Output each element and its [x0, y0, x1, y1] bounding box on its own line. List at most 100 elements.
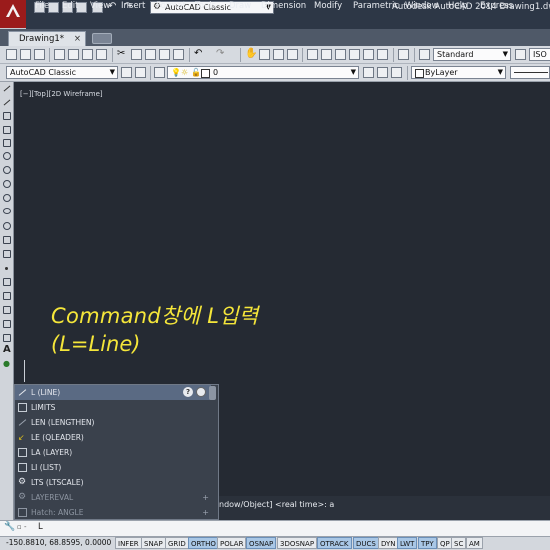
markup-icon[interactable] — [363, 49, 374, 60]
command-line[interactable] — [0, 520, 550, 536]
tpy-toggle[interactable]: TPY — [418, 537, 437, 549]
layer-previous-icon[interactable] — [377, 67, 388, 78]
circle-icon[interactable] — [3, 166, 11, 174]
open-icon[interactable] — [48, 2, 59, 13]
table-grid-icon[interactable] — [3, 334, 11, 342]
construction-line-icon[interactable] — [3, 99, 11, 106]
grid-toggle[interactable]: GRID — [165, 537, 189, 549]
gradient-icon[interactable] — [3, 292, 11, 300]
my-workspace-icon[interactable] — [135, 67, 146, 78]
list-item[interactable]: LI (LIST) — [15, 460, 211, 475]
osnap-toggle[interactable]: OSNAP — [246, 537, 277, 549]
zoom-window-icon[interactable] — [273, 49, 284, 60]
menu-view[interactable]: View — [90, 1, 110, 11]
layer-dropdown[interactable]: 💡 ☼ 🔓 0 ▼ — [167, 66, 359, 79]
save-icon[interactable] — [34, 49, 45, 60]
menu-file[interactable]: File — [35, 1, 49, 11]
undo-icon[interactable]: ↶ — [194, 48, 202, 59]
dyn-toggle[interactable]: DYN — [378, 537, 399, 549]
dim-style-icon[interactable] — [515, 49, 526, 60]
mtext-icon[interactable]: A — [3, 344, 11, 355]
list-item[interactable]: ↙ LE (QLEADER) — [15, 430, 211, 445]
dim-style-dropdown[interactable]: ISO — [529, 48, 550, 61]
list-item[interactable]: LIMITS — [15, 400, 211, 415]
polyline-icon[interactable] — [3, 112, 11, 120]
block-editor-icon[interactable] — [173, 49, 184, 60]
revision-cloud-icon[interactable] — [3, 180, 11, 188]
menu-draw[interactable]: Draw — [229, 1, 251, 11]
menu-insert[interactable]: Insert — [121, 1, 145, 11]
ellipse-arc-icon[interactable] — [3, 222, 11, 230]
snap-toggle[interactable]: SNAP — [141, 537, 166, 549]
viewport-controls[interactable]: [−][Top][2D Wireframe] — [20, 90, 103, 98]
menu-tools[interactable]: Tools — [195, 1, 216, 11]
menu-format[interactable]: Format — [156, 1, 186, 11]
publish-icon[interactable] — [82, 49, 93, 60]
ducs-toggle[interactable]: DUCS — [353, 537, 379, 549]
menu-window[interactable]: Window — [405, 1, 439, 11]
zoom-previous-icon[interactable] — [287, 49, 298, 60]
list-item[interactable]: Hatch: ANGLE + — [15, 505, 211, 520]
polar-toggle[interactable]: POLAR — [217, 537, 247, 549]
line-icon[interactable] — [3, 85, 11, 92]
color-dropdown[interactable]: ByLayer ▼ — [411, 66, 506, 79]
sheet-set-icon[interactable] — [349, 49, 360, 60]
properties-icon[interactable] — [307, 49, 318, 60]
ortho-toggle[interactable]: ORTHO — [188, 537, 219, 549]
list-item[interactable]: LEN (LENGTHEN) — [15, 415, 211, 430]
layer-states-icon[interactable] — [391, 67, 402, 78]
add-selected-icon[interactable]: ● — [3, 359, 10, 368]
wrench-icon[interactable]: 🔧 — [4, 522, 15, 532]
scrollbar-thumb[interactable] — [209, 386, 216, 400]
3dprint-icon[interactable] — [96, 49, 107, 60]
list-item[interactable]: L (LINE) ? — [15, 385, 211, 400]
search-icon[interactable] — [196, 387, 206, 397]
help-icon[interactable]: ? — [183, 387, 193, 397]
infer-toggle[interactable]: INFER — [115, 537, 142, 549]
paste-icon[interactable] — [145, 49, 156, 60]
layer-properties-icon[interactable] — [154, 67, 165, 78]
expand-icon[interactable]: + — [202, 505, 209, 520]
linetype-dropdown[interactable] — [510, 66, 550, 79]
coordinates-readout[interactable]: -150.8810, 68.8595, 0.0000 — [6, 538, 111, 547]
text-style-icon[interactable] — [419, 49, 430, 60]
zoom-realtime-icon[interactable] — [259, 49, 270, 60]
make-block-icon[interactable] — [3, 250, 11, 258]
menu-help[interactable]: Help — [448, 1, 467, 11]
arc-icon[interactable] — [3, 152, 11, 160]
point-icon[interactable] — [5, 267, 8, 270]
help-icon[interactable] — [398, 49, 409, 60]
autocad-logo-icon[interactable] — [0, 0, 26, 28]
design-center-icon[interactable] — [321, 49, 332, 60]
cut-icon[interactable]: ✂ — [117, 48, 125, 59]
rectangle-icon[interactable] — [3, 139, 11, 147]
otrack-toggle[interactable]: OTRACK — [317, 537, 352, 549]
qnew-icon[interactable] — [6, 49, 17, 60]
lwt-toggle[interactable]: LWT — [397, 537, 418, 549]
pan-icon[interactable]: ✋ — [245, 48, 257, 59]
expand-icon[interactable]: + — [202, 490, 209, 505]
quickcalc-icon[interactable] — [377, 49, 388, 60]
hatch-icon[interactable] — [3, 278, 11, 286]
region-icon[interactable] — [3, 306, 11, 314]
plot-preview-icon[interactable] — [68, 49, 79, 60]
list-item[interactable]: ⚙ LAYEREVAL + — [15, 490, 211, 505]
redo-icon[interactable]: ↷ — [216, 48, 224, 59]
open-icon[interactable] — [20, 49, 31, 60]
plot-icon[interactable] — [54, 49, 65, 60]
text-style-dropdown[interactable]: Standard ▼ — [433, 48, 511, 61]
list-item[interactable]: ⚙ LTS (LTSCALE) — [15, 475, 211, 490]
close-icon[interactable]: × — [74, 32, 81, 46]
command-input[interactable]: L — [38, 522, 43, 532]
make-current-layer-icon[interactable] — [363, 67, 374, 78]
insert-block-icon[interactable] — [3, 236, 11, 244]
ellipse-icon[interactable] — [3, 208, 11, 214]
match-properties-icon[interactable] — [159, 49, 170, 60]
copy-icon[interactable] — [131, 49, 142, 60]
workspace-combo[interactable]: AutoCAD Classic ▼ — [6, 66, 118, 79]
tool-palettes-icon[interactable] — [335, 49, 346, 60]
new-tab-button[interactable] — [92, 33, 112, 44]
am-toggle[interactable]: AM — [466, 537, 483, 549]
polygon-icon[interactable] — [3, 126, 11, 134]
menu-parametric[interactable]: Parametric — [353, 1, 399, 11]
